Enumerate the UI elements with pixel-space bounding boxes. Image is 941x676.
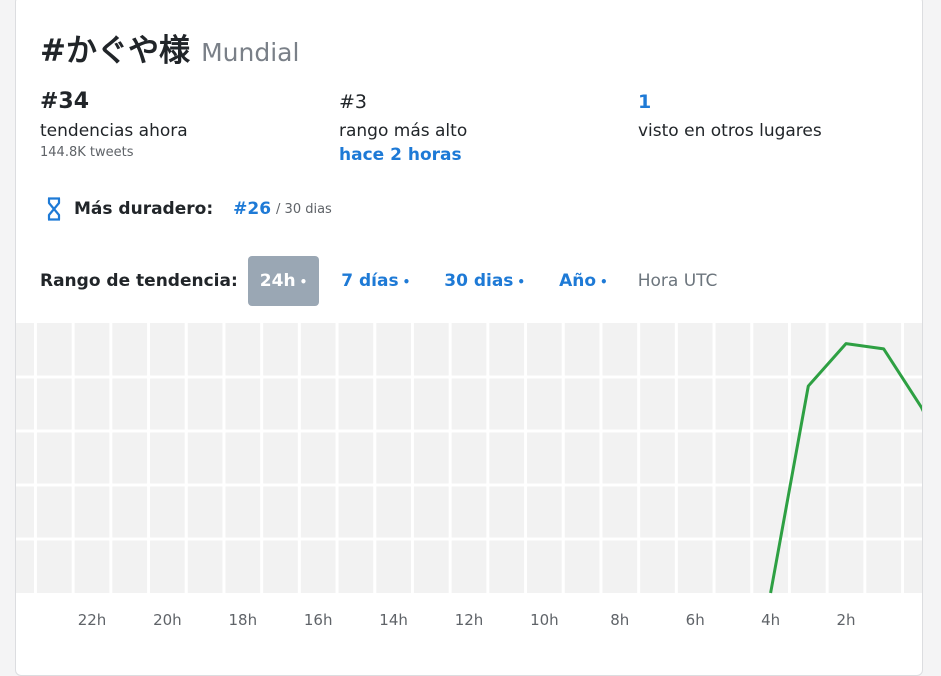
stat-seen-elsewhere: 1 visto en otros lugares: [638, 89, 822, 141]
x-tick-label: 2h: [836, 611, 855, 629]
range-label: Rango de tendencia:: [40, 271, 238, 291]
dot-icon: •: [517, 275, 526, 289]
x-tick-label: 18h: [229, 611, 258, 629]
hourglass-icon: [47, 197, 61, 221]
chart-grid: [16, 323, 922, 593]
range-year-label: Año: [559, 271, 597, 291]
current-rank-value: #34: [40, 89, 90, 114]
trend-range-selector: Rango de tendencia: 24h • 7 días • 30 dias…: [40, 256, 718, 306]
longest-days: / 30 dias: [276, 201, 332, 217]
dot-icon: •: [600, 275, 608, 289]
region-label: Mundial: [201, 38, 300, 67]
chart-background: [16, 323, 922, 593]
x-axis-ticks: 22h 20h 18h 16h 14h 12h 10h 8h 6h 4h 2h: [78, 611, 856, 629]
hashtag-title: #かぐや様: [40, 33, 190, 69]
x-tick-label: 4h: [761, 611, 780, 629]
stat-current-rank: #34 tendencias ahora 144.8K tweets: [40, 89, 188, 160]
trend-card: #かぐや様 Mundial #34 tendencias ahora 144.8…: [15, 0, 923, 676]
longest-rank-link[interactable]: #26: [233, 199, 271, 219]
x-tick-label: 12h: [455, 611, 484, 629]
x-tick-label: 22h: [78, 611, 107, 629]
x-tick-label: 14h: [379, 611, 408, 629]
range-24h-button[interactable]: 24h •: [247, 256, 320, 306]
trend-chart: 22h 20h 18h 16h 14h 12h 10h 8h 6h 4h 2h: [16, 323, 922, 629]
x-tick-label: 16h: [304, 611, 333, 629]
page-title: #かぐや様 Mundial: [40, 25, 299, 70]
range-year-button[interactable]: Año •: [547, 256, 620, 306]
seen-elsewhere-value[interactable]: 1: [638, 89, 822, 115]
stat-highest-rank: #3 rango más alto hace 2 horas: [339, 89, 467, 165]
dot-icon: •: [402, 275, 411, 289]
tweet-count: 144.8K tweets: [40, 145, 134, 160]
highest-rank-time-link[interactable]: hace 2 horas: [339, 145, 467, 165]
seen-elsewhere-label: visto en otros lugares: [638, 121, 822, 141]
longest-label: Más duradero:: [74, 199, 214, 219]
range-7d-button[interactable]: 7 días •: [329, 256, 422, 306]
longest-trend: Más duradero: #26 / 30 dias: [46, 197, 332, 221]
utc-toggle[interactable]: Hora UTC: [638, 271, 718, 291]
dot-icon: •: [299, 275, 308, 289]
x-tick-label: 6h: [686, 611, 705, 629]
current-rank-label: tendencias ahora: [40, 121, 188, 141]
range-30d-label: 30 dias: [444, 271, 514, 291]
highest-rank-value: #3: [339, 91, 368, 113]
x-tick-label: 20h: [153, 611, 182, 629]
x-tick-label: 8h: [610, 611, 629, 629]
range-30d-button[interactable]: 30 dias •: [432, 256, 537, 306]
range-7d-label: 7 días: [341, 271, 399, 291]
range-24h-label: 24h: [259, 271, 296, 291]
x-tick-label: 10h: [530, 611, 559, 629]
highest-rank-label: rango más alto: [339, 121, 468, 141]
